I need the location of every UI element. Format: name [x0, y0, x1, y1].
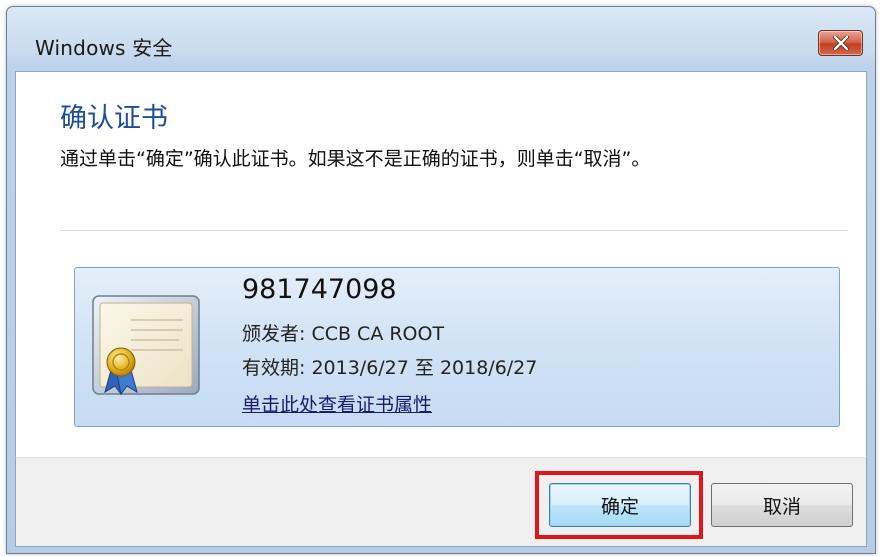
certificate-tile[interactable]: 981747098 颁发者: CCB CA ROOT 有效期: 2013/6/2…: [74, 267, 840, 427]
certificate-name: 981747098: [242, 274, 397, 305]
certificate-validity: 有效期: 2013/6/27 至 2018/6/27: [242, 357, 538, 379]
close-icon: [832, 36, 849, 50]
title-bar[interactable]: Windows 安全: [7, 7, 875, 71]
certificate-issuer: 颁发者: CCB CA ROOT: [242, 323, 445, 345]
dialog-description: 通过单击“确定”确认此证书。如果这不是正确的证书，则单击“取消”。: [60, 148, 651, 170]
button-bar: 确定 取消: [15, 457, 867, 547]
ok-button[interactable]: 确定: [549, 483, 691, 527]
divider: [60, 230, 848, 231]
dialog-heading: 确认证书: [60, 103, 168, 134]
dialog-content: 确认证书 通过单击“确定”确认此证书。如果这不是正确的证书，则单击“取消”。 9…: [15, 71, 867, 458]
window-title: Windows 安全: [35, 36, 173, 60]
cancel-button[interactable]: 取消: [711, 483, 853, 527]
certificate-icon: [92, 295, 200, 396]
security-dialog: Windows 安全 确认证书 通过单击“确定”确认此证书。如果这不是正确的证书…: [6, 6, 876, 554]
view-certificate-properties-link[interactable]: 单击此处查看证书属性: [242, 390, 432, 417]
close-button[interactable]: [818, 30, 863, 56]
